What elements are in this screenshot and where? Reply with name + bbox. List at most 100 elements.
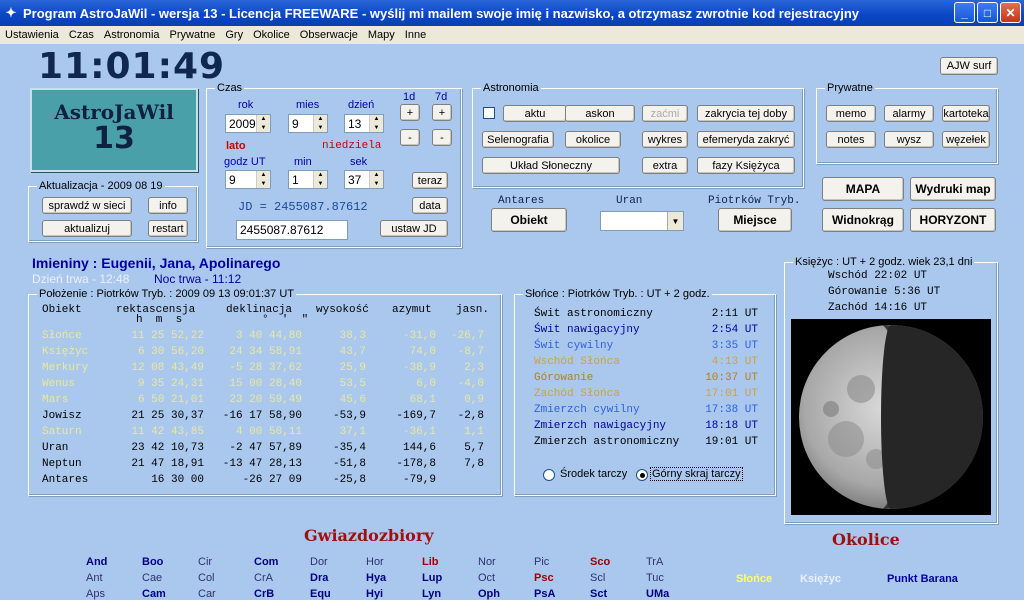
- constellation-link[interactable]: CrA: [254, 572, 273, 584]
- dzien-spinner[interactable]: ▲ ▼: [369, 115, 383, 132]
- constellation-link[interactable]: Scl: [590, 572, 605, 584]
- wydruki-map-button[interactable]: Wydruki map: [910, 177, 996, 201]
- godz-spinner[interactable]: ▲ ▼: [256, 171, 270, 188]
- mies-field[interactable]: 9 ▲ ▼: [288, 114, 328, 133]
- minus-7d-button[interactable]: -: [432, 129, 452, 146]
- kartoteka-button[interactable]: kartoteka: [942, 105, 990, 122]
- check-update-button[interactable]: sprawdź w sieci: [42, 197, 132, 214]
- efemeryda-button[interactable]: efemeryda zakryć: [697, 131, 795, 148]
- godz-field[interactable]: 9 ▲ ▼: [225, 170, 271, 189]
- obiekt-button[interactable]: Obiekt: [491, 208, 567, 232]
- miejsce-button[interactable]: Miejsce: [718, 208, 792, 232]
- constellation-link[interactable]: Equ: [310, 588, 331, 600]
- okolice-button[interactable]: okolice: [565, 131, 621, 148]
- update-button[interactable]: aktualizuj: [42, 220, 132, 237]
- wezelek-button[interactable]: węzełek: [942, 131, 990, 148]
- constellation-link[interactable]: Oph: [478, 588, 500, 600]
- mies-spinner[interactable]: ▲ ▼: [313, 115, 327, 132]
- constellation-link[interactable]: Boo: [142, 556, 163, 568]
- constellation-link[interactable]: Sco: [590, 556, 610, 568]
- menu-item-1[interactable]: Czas: [64, 29, 99, 41]
- sek-field[interactable]: 37 ▲ ▼: [344, 170, 384, 189]
- dzien-field[interactable]: 13 ▲ ▼: [344, 114, 384, 133]
- horyzont-button[interactable]: HORYZONT: [910, 208, 996, 232]
- constellation-link[interactable]: Cam: [142, 588, 166, 600]
- constellation-link[interactable]: And: [86, 556, 107, 568]
- jd-input[interactable]: 2455087.87612: [236, 220, 348, 240]
- constellation-link[interactable]: Cae: [142, 572, 162, 584]
- selenografia-button[interactable]: Selenografia: [482, 131, 554, 148]
- constellation-link[interactable]: TrA: [646, 556, 663, 568]
- menu-item-4[interactable]: Gry: [220, 29, 248, 41]
- constellation-link[interactable]: Nor: [478, 556, 496, 568]
- constellation-link[interactable]: Dor: [310, 556, 328, 568]
- constellation-link[interactable]: Hor: [366, 556, 384, 568]
- menu-item-3[interactable]: Prywatne: [165, 29, 221, 41]
- alarmy-button[interactable]: alarmy: [884, 105, 934, 122]
- teraz-button[interactable]: teraz: [412, 172, 448, 189]
- info-button[interactable]: info: [148, 197, 188, 214]
- okolice-slonce[interactable]: Słońce: [736, 573, 772, 585]
- maximize-button[interactable]: □: [977, 2, 998, 23]
- constellation-link[interactable]: Dra: [310, 572, 328, 584]
- constellation-link[interactable]: UMa: [646, 588, 669, 600]
- constellation-link[interactable]: Lup: [422, 572, 442, 584]
- min-field[interactable]: 1 ▲ ▼: [288, 170, 328, 189]
- constellation-link[interactable]: Lyn: [422, 588, 441, 600]
- menu-item-0[interactable]: Ustawienia: [0, 29, 64, 41]
- constellation-link[interactable]: Pic: [534, 556, 549, 568]
- rok-spinner[interactable]: ▲ ▼: [256, 115, 270, 132]
- astronomia-checkbox[interactable]: [483, 107, 495, 119]
- fazy-ksiezyca-button[interactable]: fazy Księżyca: [697, 157, 795, 174]
- ajw-surf-button[interactable]: AJW surf: [940, 57, 998, 75]
- constellation-link[interactable]: Hyi: [366, 588, 383, 600]
- constellation-link[interactable]: Com: [254, 556, 278, 568]
- menu-item-2[interactable]: Astronomia: [99, 29, 165, 41]
- constellation-link[interactable]: Hya: [366, 572, 386, 584]
- wysz-button[interactable]: wysz: [884, 131, 934, 148]
- plus-7d-button[interactable]: +: [432, 104, 452, 121]
- min-spinner[interactable]: ▲ ▼: [313, 171, 327, 188]
- constellation-link[interactable]: Aps: [86, 588, 105, 600]
- okolice-ksiezyc[interactable]: Księżyc: [800, 573, 841, 585]
- constellation-link[interactable]: Sct: [590, 588, 607, 600]
- wykres-button[interactable]: wykres: [642, 131, 688, 148]
- ustaw-jd-button[interactable]: ustaw JD: [380, 220, 448, 237]
- srodek-radio[interactable]: [543, 469, 555, 481]
- uran-select[interactable]: ▼: [600, 211, 684, 231]
- menu-item-8[interactable]: Inne: [400, 29, 431, 41]
- data-button[interactable]: data: [412, 197, 448, 214]
- askon-button[interactable]: askon: [565, 105, 635, 122]
- constellation-link[interactable]: PsA: [534, 588, 555, 600]
- widnokrag-button[interactable]: Widnokrąg: [822, 208, 904, 232]
- sek-spinner[interactable]: ▲ ▼: [369, 171, 383, 188]
- uklad-sloneczny-button[interactable]: Układ Słoneczny: [482, 157, 620, 174]
- minimize-button[interactable]: _: [954, 2, 975, 23]
- constellation-link[interactable]: Ant: [86, 572, 103, 584]
- rok-field[interactable]: 2009 ▲ ▼: [225, 114, 271, 133]
- minus-1d-button[interactable]: -: [400, 129, 420, 146]
- memo-button[interactable]: memo: [826, 105, 876, 122]
- zakrycia-button[interactable]: zakrycia tej doby: [697, 105, 795, 122]
- menu-item-6[interactable]: Obserwacje: [295, 29, 363, 41]
- constellation-link[interactable]: Car: [198, 588, 216, 600]
- constellation-link[interactable]: Tuc: [646, 572, 664, 584]
- constellation-link[interactable]: Psc: [534, 572, 554, 584]
- close-button[interactable]: ✕: [1000, 2, 1021, 23]
- menu-item-7[interactable]: Mapy: [363, 29, 400, 41]
- notes-button[interactable]: notes: [826, 131, 876, 148]
- extra-button[interactable]: extra: [642, 157, 688, 174]
- gorny-radio[interactable]: [636, 469, 648, 481]
- mapa-button[interactable]: MAPA: [822, 177, 904, 201]
- menu-item-5[interactable]: Okolice: [248, 29, 295, 41]
- restart-button[interactable]: restart: [148, 220, 188, 237]
- constellation-link[interactable]: Lib: [422, 556, 439, 568]
- chevron-down-icon[interactable]: ▼: [667, 212, 683, 230]
- aktu-button[interactable]: aktu: [503, 105, 567, 122]
- constellation-link[interactable]: Cir: [198, 556, 212, 568]
- zacmi-button[interactable]: zaćmi: [642, 105, 688, 122]
- constellation-link[interactable]: Col: [198, 572, 215, 584]
- constellation-link[interactable]: Oct: [478, 572, 495, 584]
- plus-1d-button[interactable]: +: [400, 104, 420, 121]
- constellation-link[interactable]: CrB: [254, 588, 274, 600]
